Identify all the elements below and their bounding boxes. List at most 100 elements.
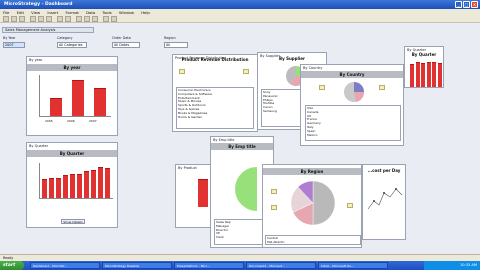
per-day-title: ...cost per Day bbox=[367, 168, 401, 173]
by-year-title: By year bbox=[27, 64, 117, 71]
per-day-scatter bbox=[367, 188, 403, 210]
open-icon[interactable] bbox=[11, 16, 17, 22]
bar-q8[interactable] bbox=[91, 170, 96, 198]
taskbar-item[interactable]: Document1 - Microsof... bbox=[246, 262, 316, 269]
bar-q4[interactable] bbox=[426, 62, 431, 87]
bar-q1[interactable] bbox=[410, 63, 414, 87]
refresh-icon[interactable] bbox=[103, 16, 109, 22]
country-legend: USA Canada UK France Germany Italy Spain… bbox=[305, 105, 401, 141]
pie-slice[interactable] bbox=[235, 167, 257, 211]
minimize-icon[interactable]: _ bbox=[455, 1, 462, 8]
bar-year-1[interactable] bbox=[50, 98, 62, 116]
export-icon[interactable] bbox=[111, 16, 117, 22]
redo-icon[interactable] bbox=[65, 16, 71, 22]
taskbar-item[interactable]: Presentation1 - Micr... bbox=[174, 262, 244, 269]
tab-sales-management[interactable]: Sales Management Analysis bbox=[2, 27, 94, 33]
filter-label-year: By Year bbox=[3, 36, 16, 40]
copy-icon[interactable] bbox=[46, 16, 52, 22]
filter-chip[interactable] bbox=[271, 189, 277, 194]
cut-icon[interactable] bbox=[38, 16, 44, 22]
by-quarter-left-plot bbox=[39, 163, 113, 199]
status-bar: Ready bbox=[0, 254, 480, 261]
legend-item: Mid-Atlantic bbox=[267, 239, 285, 244]
by-country-title: By Country bbox=[301, 71, 403, 78]
by-product-caption: By Product bbox=[178, 166, 197, 170]
date-dropdown[interactable]: All Dates bbox=[112, 42, 140, 48]
filter-label-category: Category bbox=[57, 36, 73, 40]
product-bar[interactable] bbox=[198, 179, 208, 207]
new-icon[interactable] bbox=[3, 16, 9, 22]
by-quarter-panel-left: By Quarter By Quarter Show Details bbox=[26, 142, 118, 228]
bar-q10[interactable] bbox=[105, 168, 110, 198]
pie-slice-central[interactable] bbox=[312, 180, 336, 226]
grid-icon[interactable] bbox=[84, 16, 90, 22]
filter-icon[interactable] bbox=[92, 16, 98, 22]
clock: 10:33 AM bbox=[459, 263, 477, 267]
bar-q2[interactable] bbox=[415, 62, 420, 87]
by-region-title: By Region bbox=[263, 168, 361, 175]
by-country-caption: By Country bbox=[303, 66, 323, 70]
undo-icon[interactable] bbox=[57, 16, 63, 22]
filter-chip[interactable] bbox=[347, 203, 353, 208]
taskbar-item[interactable]: Dashboard - MicroStr... bbox=[30, 262, 100, 269]
filter-label-date: Order Date bbox=[112, 36, 131, 40]
by-quarter-left-caption: By Quarter bbox=[29, 144, 49, 148]
tick-year-2: 2006 bbox=[67, 119, 75, 123]
taskbar: start Dashboard - MicroStr... MicroStrat… bbox=[0, 261, 480, 270]
data-point[interactable] bbox=[395, 188, 397, 190]
pie-slice[interactable] bbox=[354, 82, 364, 92]
by-region-panel: By Region Central Mid-Atlantic bbox=[262, 164, 362, 248]
legend-item: Home & Garden bbox=[178, 114, 203, 119]
toolbar bbox=[0, 15, 480, 23]
taskbar-item[interactable]: Inbox - Microsoft Ou... bbox=[318, 262, 388, 269]
show-details-button-left[interactable]: Show Details bbox=[61, 219, 85, 224]
filter-chip[interactable] bbox=[319, 85, 325, 90]
filter-chip[interactable] bbox=[379, 85, 385, 90]
window-title: MicroStrategy - Dashboard bbox=[4, 2, 73, 7]
bar-q1[interactable] bbox=[42, 179, 47, 198]
taskbar-item[interactable]: MicroStrategy Desktop bbox=[102, 262, 172, 269]
by-country-panel: By Country By Country USA Canada UK Fran… bbox=[300, 64, 404, 146]
region-dropdown[interactable]: All bbox=[164, 42, 188, 48]
filter-chip[interactable] bbox=[179, 69, 185, 74]
year-dropdown[interactable]: 2007 bbox=[3, 42, 25, 48]
maximize-icon[interactable]: □ bbox=[463, 1, 470, 8]
data-point[interactable] bbox=[383, 192, 385, 194]
by-year-panel: By year By year 2005 2006 2007 bbox=[26, 56, 118, 136]
bar-q7[interactable] bbox=[84, 171, 89, 198]
bar-q9[interactable] bbox=[98, 166, 103, 198]
bar-q3[interactable] bbox=[56, 178, 61, 198]
save-icon[interactable] bbox=[19, 16, 25, 22]
filter-chip[interactable] bbox=[243, 69, 249, 74]
region-pie bbox=[290, 180, 336, 226]
by-emp-title-title: By Emp title bbox=[211, 143, 273, 150]
tick-year-3: 2007 bbox=[89, 119, 97, 123]
product-legend: Consumer Electronics Computers & Softwar… bbox=[176, 87, 254, 129]
close-icon[interactable]: × bbox=[471, 1, 478, 8]
bar-q2[interactable] bbox=[49, 177, 54, 198]
bar-year-2[interactable] bbox=[72, 80, 84, 116]
filter-chip[interactable] bbox=[271, 205, 277, 210]
bar-q3[interactable] bbox=[421, 63, 425, 87]
by-year-caption: By year bbox=[29, 58, 43, 62]
region-legend: Central Mid-Atlantic bbox=[265, 235, 361, 245]
chart-icon[interactable] bbox=[76, 16, 82, 22]
bar-q5[interactable] bbox=[432, 62, 436, 87]
system-tray: 10:33 AM bbox=[424, 261, 480, 270]
by-emp-title-caption: By Emp title bbox=[213, 138, 235, 142]
product-dist-title: Product Revenue Distribution bbox=[181, 57, 249, 62]
start-button[interactable]: start bbox=[0, 261, 24, 270]
bar-q6[interactable] bbox=[77, 174, 82, 198]
trend-line bbox=[367, 188, 403, 210]
bar-q4[interactable] bbox=[63, 174, 68, 198]
bar-q5[interactable] bbox=[70, 173, 75, 198]
by-year-plot bbox=[39, 75, 111, 117]
legend-item: Mexico bbox=[307, 132, 318, 137]
data-point[interactable] bbox=[373, 200, 375, 202]
by-product-panel: By Product bbox=[175, 164, 211, 228]
bar-year-3[interactable] bbox=[94, 88, 106, 116]
category-dropdown[interactable]: All Categories bbox=[57, 42, 87, 48]
by-quarter-right-plot bbox=[408, 59, 442, 87]
print-icon[interactable] bbox=[30, 16, 36, 22]
bar-q6[interactable] bbox=[437, 62, 442, 87]
